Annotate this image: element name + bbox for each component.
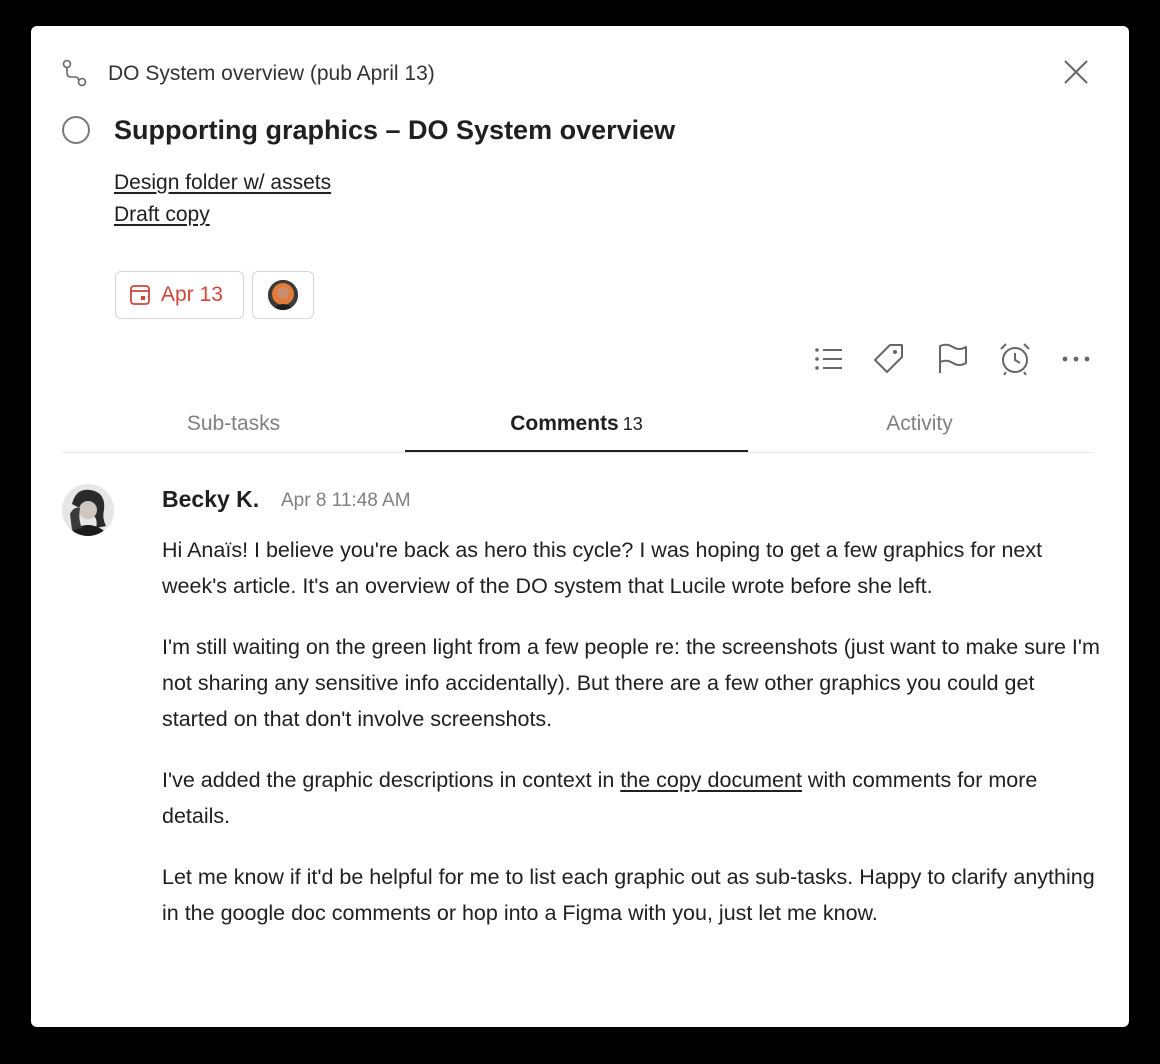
calendar-icon <box>130 285 150 305</box>
comments-count: 13 <box>622 414 643 434</box>
label-icon[interactable] <box>872 342 906 376</box>
task-description: Design folder w/ assets Draft copy <box>114 167 331 231</box>
complete-task-checkbox[interactable] <box>62 116 90 144</box>
assignee-avatar <box>268 280 298 310</box>
modal-header: DO System overview (pub April 13) <box>31 26 1129 118</box>
comment-paragraph: Hi Anaïs! I believe you're back as hero … <box>162 538 1043 598</box>
tab-activity-label: Activity <box>886 412 953 435</box>
assignee-chip[interactable] <box>252 271 314 319</box>
avatar[interactable] <box>62 484 114 536</box>
more-icon[interactable] <box>1059 342 1093 376</box>
tab-activity[interactable]: Activity <box>748 400 1091 452</box>
comment-author: Becky K. <box>162 486 260 512</box>
design-folder-link[interactable]: Design folder w/ assets <box>114 167 331 199</box>
project-breadcrumb[interactable]: DO System overview (pub April 13) <box>108 62 435 86</box>
task-tabs: Sub-tasks Comments 13 Activity <box>62 400 1092 453</box>
alarm-icon[interactable] <box>998 342 1032 376</box>
comment-paragraph: I'm still waiting on the green light fro… <box>162 635 1100 731</box>
comment-paragraph: I've added the graphic descriptions in c… <box>162 762 1102 834</box>
close-icon[interactable] <box>1061 57 1091 87</box>
task-detail-modal: DO System overview (pub April 13) Suppor… <box>31 26 1129 1027</box>
flag-icon[interactable] <box>935 342 969 376</box>
tab-comments-label: Comments <box>510 412 619 435</box>
tab-comments[interactable]: Comments 13 <box>405 400 748 452</box>
subtasks-list-icon[interactable] <box>811 342 845 376</box>
due-date-chip[interactable]: Apr 13 <box>115 271 244 319</box>
project-route-icon <box>62 59 88 87</box>
tab-sub-tasks[interactable]: Sub-tasks <box>62 400 405 452</box>
comment-paragraph: Let me know if it'd be helpful for me to… <box>162 865 1095 925</box>
copy-document-link[interactable]: the copy document <box>620 768 802 792</box>
task-toolbar <box>811 342 1101 378</box>
due-date-label: Apr 13 <box>161 283 223 306</box>
comment-text: I've added the graphic descriptions in c… <box>162 768 621 792</box>
task-title[interactable]: Supporting graphics – DO System overview <box>114 115 675 146</box>
comment-body: Hi Anaïs! I believe you're back as hero … <box>162 532 1102 956</box>
tab-sub-tasks-label: Sub-tasks <box>186 412 281 435</box>
comment-timestamp: Apr 8 11:48 AM <box>281 490 411 511</box>
draft-copy-link[interactable]: Draft copy <box>114 199 331 231</box>
